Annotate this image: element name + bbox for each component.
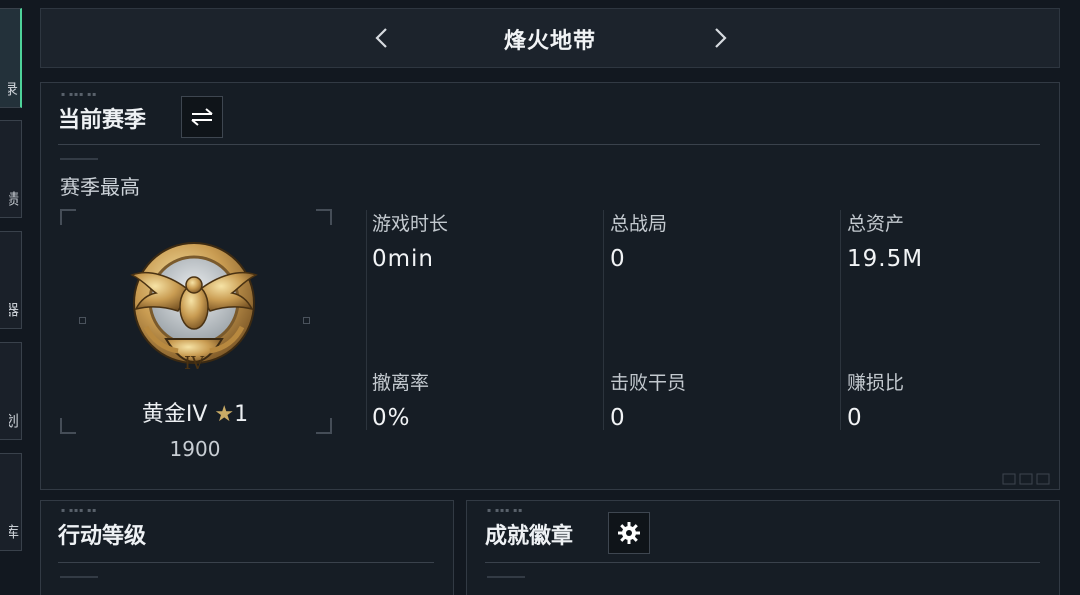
- side-tab-1[interactable]: 录: [0, 8, 22, 108]
- mode-header: 烽火地带: [40, 8, 1060, 68]
- stat-label-playtime: 游戏时长: [372, 213, 449, 235]
- stat-label-operators-defeated: 击败干员: [610, 372, 687, 394]
- frame-corner-tl: [60, 209, 76, 225]
- panel-corner-deco: [1002, 470, 1052, 485]
- side-tab-4-label: 划: [9, 412, 19, 430]
- action-level-title: 行动等级: [58, 524, 147, 549]
- stat-value-profit-loss-ratio: 0: [847, 405, 863, 431]
- deco-bar: [487, 576, 525, 578]
- next-mode-button[interactable]: [707, 23, 733, 53]
- stat-divider-2: [603, 210, 604, 430]
- achievements-settings-button[interactable]: [608, 512, 650, 554]
- rank-name: 黄金IV: [141, 402, 208, 427]
- side-tab-1-label: 录: [8, 80, 18, 98]
- rank-medal-icon: IV: [130, 242, 258, 374]
- side-tab-5[interactable]: 库: [0, 453, 22, 551]
- rank-score: 1900: [169, 437, 221, 461]
- rank-name-row: 黄金IV ★1: [60, 396, 330, 428]
- action-level-divider: [58, 562, 434, 563]
- stat-label-extraction-rate: 撤离率: [372, 372, 430, 394]
- chevron-right-icon: [715, 28, 727, 48]
- stat-label-total-matches: 总战局: [610, 213, 668, 235]
- side-tab-5-label: 库: [9, 523, 19, 541]
- side-tab-3[interactable]: 器: [0, 231, 22, 329]
- season-switch-button[interactable]: [181, 96, 223, 138]
- side-tab-2-label: 绩: [9, 190, 19, 208]
- side-tab-4[interactable]: 划: [0, 342, 22, 440]
- side-tab-3-label: 器: [9, 301, 19, 319]
- season-best-label: 赛季最高: [60, 175, 140, 199]
- achievements-divider: [485, 562, 1040, 563]
- stat-label-total-assets: 总资产: [847, 213, 905, 235]
- deco-bar: [60, 576, 98, 578]
- stat-value-total-assets: 19.5M: [847, 246, 924, 272]
- current-season-title: 当前赛季: [58, 108, 147, 133]
- frame-dot-right: [303, 317, 310, 324]
- panel-tag: ▪ ▪▪▪ ▪▪: [61, 91, 98, 98]
- panel-tag: ▪ ▪▪▪ ▪▪: [61, 507, 98, 514]
- panel-tag: ▪ ▪▪▪ ▪▪: [487, 507, 524, 514]
- stat-divider-3: [840, 210, 841, 430]
- frame-dot-left: [79, 317, 86, 324]
- stat-value-operators-defeated: 0: [610, 405, 626, 431]
- star-icon: ★: [214, 402, 235, 427]
- mode-title: 烽火地带: [503, 29, 596, 54]
- stat-value-total-matches: 0: [610, 246, 626, 272]
- stat-divider-1: [366, 210, 367, 430]
- achievements-title: 成就徽章: [485, 524, 574, 549]
- swap-arrows-icon: [191, 108, 213, 126]
- medal-numeral: IV: [184, 353, 205, 374]
- stat-label-profit-loss-ratio: 赚损比: [847, 372, 905, 394]
- stat-value-extraction-rate: 0%: [372, 405, 411, 431]
- frame-corner-tr: [316, 209, 332, 225]
- side-tab-2[interactable]: 绩: [0, 120, 22, 218]
- deco-bar: [60, 158, 98, 160]
- rank-stars: 1: [234, 402, 249, 427]
- season-header-divider: [58, 144, 1040, 145]
- stat-value-playtime: 0min: [372, 246, 435, 272]
- gear-icon: [618, 522, 640, 544]
